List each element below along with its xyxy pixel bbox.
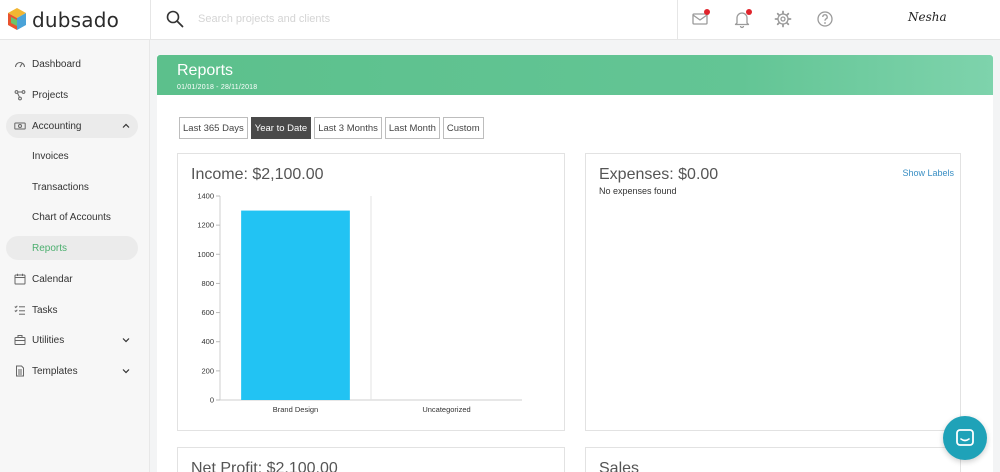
expenses-title: Expenses: $0.00 (599, 166, 719, 183)
chevron-down-icon[interactable] (122, 336, 130, 344)
sidebar-item-templates[interactable]: Templates (6, 359, 138, 383)
sidebar-item-label: Dashboard (32, 58, 81, 70)
tasks-icon (14, 305, 25, 315)
report-banner: Reports 01/01/2018 - 28/11/2018 (157, 55, 993, 95)
x-tick-label: Uncategorized (422, 405, 470, 414)
y-tick-label: 0 (210, 396, 214, 405)
y-tick-label: 1400 (197, 192, 214, 201)
sidebar-item-label: Projects (32, 89, 69, 101)
sidebar-item-projects[interactable]: Projects (6, 83, 138, 107)
y-tick-label: 600 (201, 308, 214, 317)
y-tick-label: 200 (201, 366, 214, 375)
brand[interactable]: dubsado (8, 4, 150, 36)
sidebar-item-accounting[interactable]: Accounting (6, 114, 138, 138)
sidebar-item-tasks[interactable]: Tasks (6, 298, 138, 322)
bar-brand-design (241, 210, 350, 400)
calendar-icon (14, 273, 26, 285)
dashboard-icon (14, 61, 26, 68)
top-bar: dubsado Nesha (0, 0, 1000, 40)
sidebar-item-chart-of-accounts[interactable]: Chart of Accounts (6, 205, 138, 229)
sidebar-item-calendar[interactable]: Calendar (6, 267, 138, 291)
y-tick-label: 1000 (197, 250, 214, 259)
brand-name: dubsado (32, 8, 120, 32)
show-labels-link[interactable]: Show Labels (902, 168, 954, 178)
mail-notification-dot (704, 9, 710, 15)
sidebar-item-utilities[interactable]: Utilities (6, 328, 138, 352)
range-button-year-to-date[interactable]: Year to Date (250, 117, 312, 139)
chevron-down-icon[interactable] (122, 367, 130, 375)
sidebar-item-invoices[interactable]: Invoices (6, 144, 138, 168)
sidebar-item-label: Transactions (32, 181, 89, 193)
sidebar-item-transactions[interactable]: Transactions (6, 175, 138, 199)
income-bar-chart: 0 200 400 600 800 1000 1200 1400 Brand Design Unc… (197, 192, 522, 414)
no-expenses-text: No expenses found (599, 186, 677, 196)
report-panel: Reports 01/01/2018 - 28/11/2018 Last 365… (157, 55, 993, 472)
net-profit-card: Net Profit: $2,100.00 (177, 447, 565, 472)
user-signature[interactable]: Nesha (908, 10, 947, 24)
y-tick-label: 400 (201, 337, 214, 346)
help-icon[interactable] (815, 9, 835, 29)
sidebar-item-reports[interactable]: Reports (6, 236, 138, 260)
sidebar-item-label: Invoices (32, 150, 69, 162)
money-icon (14, 122, 26, 130)
bell-notification-dot (746, 9, 752, 15)
gear-icon[interactable] (773, 9, 793, 29)
sidebar: Dashboard Projects Accounting Invoices T… (0, 40, 150, 472)
chevron-up-icon[interactable] (122, 122, 130, 130)
document-icon (16, 365, 24, 377)
page-title: Reports (177, 62, 234, 79)
range-button-last-month[interactable]: Last Month (384, 117, 440, 139)
chat-button[interactable] (943, 416, 987, 460)
search-input[interactable] (198, 9, 498, 29)
search-icon[interactable] (166, 10, 184, 28)
dubsado-logo-icon (8, 8, 26, 30)
y-tick-label: 1200 (197, 221, 214, 230)
range-button-last-3-months[interactable]: Last 3 Months (314, 117, 382, 139)
report-date-range: 01/01/2018 - 28/11/2018 (177, 84, 258, 91)
sidebar-item-label: Reports (32, 242, 68, 254)
topbar-divider-right (677, 0, 678, 40)
range-button-last-365-days[interactable]: Last 365 Days (179, 117, 248, 139)
sales-title: Sales (599, 460, 640, 472)
topbar-divider (150, 0, 151, 40)
sales-card: Sales (585, 447, 961, 472)
chat-icon (956, 429, 974, 446)
sidebar-item-label: Calendar (32, 273, 73, 285)
range-button-group: Last 365 Days Year to Date Last 3 Months… (179, 117, 487, 139)
projects-icon (14, 90, 26, 101)
range-button-custom[interactable]: Custom (442, 117, 484, 139)
briefcase-icon (14, 335, 26, 345)
y-tick-label: 800 (201, 279, 214, 288)
sidebar-item-label: Chart of Accounts (32, 211, 111, 223)
sidebar-item-label: Accounting (32, 120, 82, 132)
sidebar-item-dashboard[interactable]: Dashboard (6, 52, 138, 76)
sidebar-item-label: Tasks (32, 304, 58, 316)
sidebar-item-label: Templates (32, 365, 78, 377)
net-profit-title: Net Profit: $2,100.00 (191, 460, 338, 472)
x-tick-label: Brand Design (273, 405, 318, 414)
sidebar-item-label: Utilities (32, 334, 65, 346)
income-card: Income: $2,100.00 0 200 400 600 800 1000 1200 1… (177, 153, 565, 431)
expenses-card: Expenses: $0.00 Show Labels No expenses … (585, 153, 961, 431)
